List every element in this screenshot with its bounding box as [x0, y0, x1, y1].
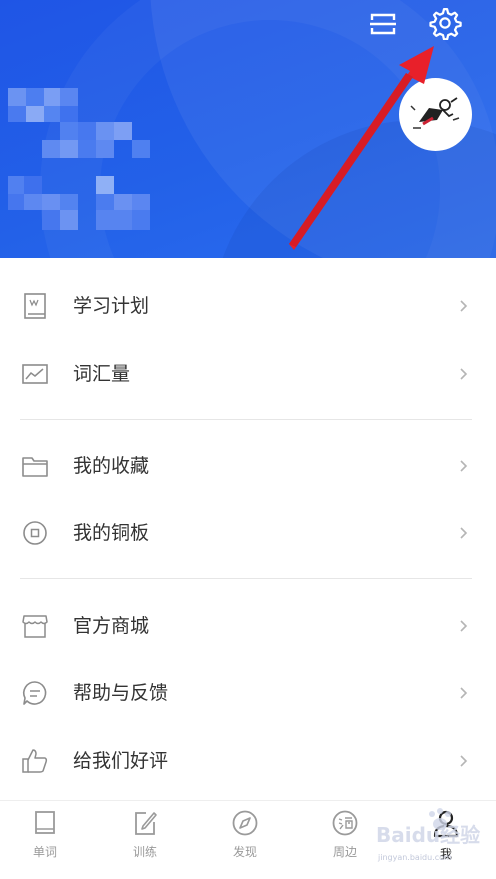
menu-item-label: 给我们好评	[73, 750, 169, 772]
menu-item-favorites[interactable]: 我的收藏	[0, 432, 496, 500]
chevron-right-icon	[460, 300, 468, 312]
chat-icon	[23, 681, 47, 705]
coin-icon	[23, 521, 47, 545]
gear-icon	[429, 7, 462, 41]
chevron-right-icon	[460, 755, 468, 767]
menu-item-label: 我的铜板	[73, 522, 150, 544]
chevron-right-icon	[460, 687, 468, 699]
menu-item-vocabulary[interactable]: 词汇量	[0, 340, 496, 408]
tab-training[interactable]: 训练	[105, 809, 185, 869]
compass-icon	[232, 810, 258, 836]
menu-item-help-feedback[interactable]: 帮助与反馈	[0, 659, 496, 727]
thumbs-up-icon	[22, 749, 48, 773]
chevron-right-icon	[460, 368, 468, 380]
menu-item-label: 学习计划	[73, 295, 150, 317]
chevron-right-icon	[460, 527, 468, 539]
tab-label: 训练	[132, 845, 157, 859]
avatar[interactable]	[399, 78, 472, 151]
tao-icon	[332, 810, 358, 836]
line-chart-icon	[22, 364, 48, 384]
watermark-url: jingyan.baidu.com	[377, 853, 452, 862]
tab-label: 发现	[232, 845, 257, 859]
menu-item-study-plan[interactable]: 学习计划	[0, 272, 496, 340]
divider	[20, 578, 472, 579]
book-icon	[35, 811, 55, 834]
edit-icon	[135, 812, 157, 835]
watermark-text: Baidu经验	[376, 823, 480, 847]
menu-item-store[interactable]: 官方商城	[0, 592, 496, 660]
menu-item-label: 帮助与反馈	[73, 682, 169, 704]
menu-item-coins[interactable]: 我的铜板	[0, 499, 496, 567]
baidu-watermark: Baidu经验 jingyan.baidu.com	[376, 808, 480, 862]
scan-button[interactable]	[367, 8, 399, 40]
avatar-superhero-icon	[410, 97, 460, 129]
chevron-right-icon	[460, 460, 468, 472]
tab-words[interactable]: 单词	[5, 809, 85, 869]
scan-icon	[370, 13, 396, 35]
chevron-right-icon	[460, 620, 468, 632]
menu-item-label: 官方商城	[73, 615, 150, 637]
mosaic-username	[8, 88, 150, 230]
profile-header	[0, 0, 496, 258]
store-icon	[22, 615, 48, 638]
menu-item-label: 我的收藏	[73, 455, 150, 477]
folder-icon	[22, 457, 48, 477]
tab-discover[interactable]: 发现	[205, 809, 285, 869]
tab-label: 单词	[32, 845, 57, 859]
divider	[20, 419, 472, 420]
menu-item-label: 词汇量	[73, 363, 131, 385]
settings-button[interactable]	[428, 6, 462, 41]
menu-item-rate-us[interactable]: 给我们好评	[0, 727, 496, 795]
book-icon	[24, 293, 46, 319]
